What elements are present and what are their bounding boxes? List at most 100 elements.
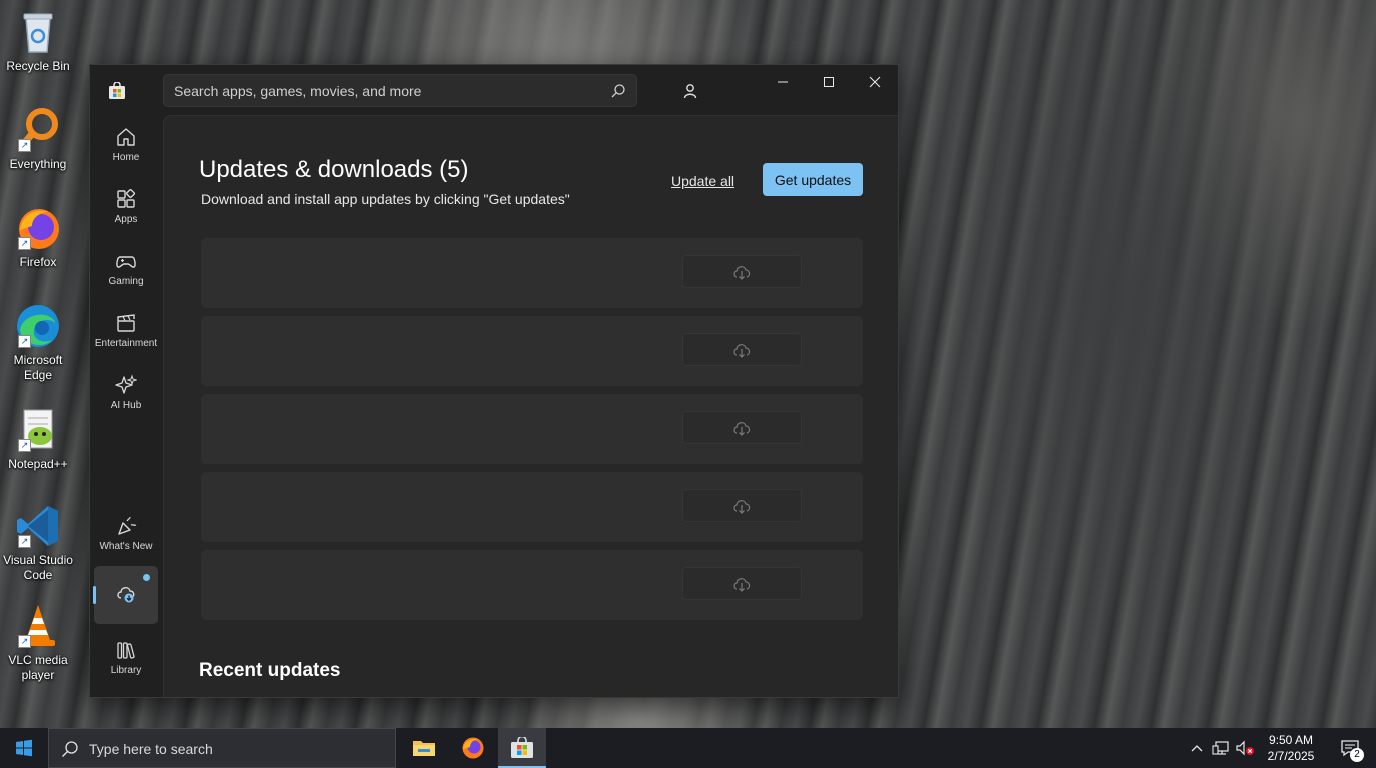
row-download-button[interactable] (682, 333, 802, 366)
store-icon (511, 737, 533, 758)
update-row (201, 394, 863, 464)
nav-label: AI Hub (110, 399, 142, 411)
speaker-muted-icon (1236, 740, 1254, 756)
shortcut-arrow-icon: ↗ (18, 535, 31, 548)
action-center-button[interactable]: 2 (1330, 728, 1370, 768)
store-window: Search apps, games, movies, and more Hom… (89, 64, 899, 698)
chevron-up-icon (1191, 745, 1203, 752)
notification-count: 2 (1350, 748, 1364, 762)
taskbar-file-explorer[interactable] (400, 728, 448, 768)
nav-label: What's New (99, 540, 153, 552)
nav-label: Home (112, 151, 140, 163)
nav-label: Apps (114, 213, 138, 225)
update-row (201, 316, 863, 386)
recycle-bin-icon (14, 8, 62, 56)
taskbar-firefox[interactable] (449, 728, 497, 768)
nav-label: Gaming (108, 275, 144, 287)
update-row (201, 238, 863, 308)
clock-time: 9:50 AM (1268, 733, 1314, 747)
desktop-icon-edge[interactable]: ↗ Microsoft Edge (0, 302, 76, 383)
tray-show-hidden-icons[interactable] (1186, 728, 1208, 768)
recent-updates-heading: Recent updates (199, 660, 341, 681)
get-updates-button[interactable]: Get updates (763, 163, 863, 196)
desktop-icon-label: Microsoft Edge (13, 353, 63, 382)
nav-label: Entertainment (94, 337, 158, 349)
desktop-icon-label: Recycle Bin (6, 59, 70, 73)
taskbar-search-input[interactable]: Type here to search (48, 728, 396, 768)
shortcut-arrow-icon: ↗ (18, 439, 31, 452)
minimize-icon (778, 81, 788, 83)
firefox-icon (462, 737, 484, 759)
taskbar-clock[interactable]: 9:50 AM 2/7/2025 (1258, 732, 1324, 764)
maximize-button[interactable] (806, 65, 852, 99)
shortcut-arrow-icon: ↗ (18, 635, 31, 648)
page-title: Updates & downloads (5) (199, 156, 469, 183)
row-download-button[interactable] (682, 567, 802, 600)
vscode-icon: ↗ (14, 502, 62, 550)
close-icon (869, 76, 881, 88)
desktop-icon-label: VLC media player (8, 653, 68, 682)
nav-item-library[interactable]: Library (94, 628, 158, 686)
row-download-button[interactable] (682, 255, 802, 288)
nav-item-downloads[interactable] (93, 566, 158, 624)
vlc-cone-icon: ↗ (14, 602, 62, 650)
gamepad-icon (116, 255, 136, 268)
store-logo-icon (108, 81, 126, 100)
update-row (201, 472, 863, 542)
taskbar-microsoft-store[interactable] (498, 728, 546, 768)
cloud-download-icon (733, 343, 751, 358)
nav-item-home[interactable]: Home (94, 115, 158, 173)
tray-volume-muted[interactable] (1234, 728, 1256, 768)
desktop-icon-notepad-plus-plus[interactable]: ↗ Notepad++ (0, 406, 76, 472)
nav-item-entertainment[interactable]: Entertainment (94, 301, 158, 359)
title-bar[interactable]: Search apps, games, movies, and more (90, 65, 898, 115)
firefox-icon: ↗ (14, 204, 62, 252)
shortcut-arrow-icon: ↗ (18, 237, 31, 250)
nav-label: Library (110, 664, 142, 676)
folder-icon (413, 741, 435, 756)
edge-icon: ↗ (14, 302, 62, 350)
person-icon (683, 84, 697, 99)
clock-date: 2/7/2025 (1267, 749, 1315, 763)
network-icon (1212, 741, 1229, 755)
desktop-icon-firefox[interactable]: ↗ Firefox (0, 204, 76, 270)
nav-item-gaming[interactable]: Gaming (94, 239, 158, 297)
start-button[interactable] (0, 728, 48, 768)
cloud-download-icon (733, 421, 751, 436)
home-icon (117, 127, 135, 146)
minimize-button[interactable] (760, 65, 806, 99)
update-row (201, 550, 863, 620)
notepad-plus-plus-icon: ↗ (14, 406, 62, 454)
desktop-icon-vlc[interactable]: ↗ VLC media player (0, 602, 76, 683)
tray-network[interactable] (1210, 728, 1232, 768)
desktop-icon-everything[interactable]: ↗ Everything (0, 106, 76, 172)
page-subtitle: Download and install app updates by clic… (201, 191, 570, 207)
taskbar: Type here to search 9:50 AM 2/7/2025 2 (0, 728, 1376, 768)
row-download-button[interactable] (682, 489, 802, 522)
row-download-button[interactable] (682, 411, 802, 444)
desktop-icon-recycle-bin[interactable]: Recycle Bin (0, 8, 76, 74)
cloud-download-icon (733, 265, 751, 280)
desktop-icon-label: Visual Studio Code (3, 553, 73, 582)
party-icon (118, 516, 137, 535)
cloud-download-icon (117, 587, 135, 603)
updates-page: Updates & downloads (5) Download and ins… (163, 115, 898, 697)
update-all-link[interactable]: Update all (671, 173, 734, 189)
desktop-icon-label: Notepad++ (8, 457, 68, 471)
cloud-download-icon (733, 577, 751, 592)
everything-magnifier-icon: ↗ (14, 106, 62, 154)
nav-item-whats-new[interactable]: What's New (94, 504, 158, 562)
desktop-icon-label: Everything (9, 157, 67, 171)
update-badge (143, 574, 150, 581)
desktop-icon-vscode[interactable]: ↗ Visual Studio Code (0, 502, 76, 583)
close-button[interactable] (852, 65, 898, 99)
account-button[interactable] (677, 78, 703, 104)
store-search-input[interactable]: Search apps, games, movies, and more (163, 74, 637, 107)
nav-item-ai-hub[interactable]: AI Hub (94, 363, 158, 421)
apps-icon (117, 188, 136, 208)
sparkle-icon (115, 373, 137, 394)
search-placeholder: Search apps, games, movies, and more (174, 83, 422, 99)
nav-item-apps[interactable]: Apps (94, 177, 158, 235)
search-icon (62, 741, 78, 757)
search-icon[interactable] (610, 83, 626, 99)
